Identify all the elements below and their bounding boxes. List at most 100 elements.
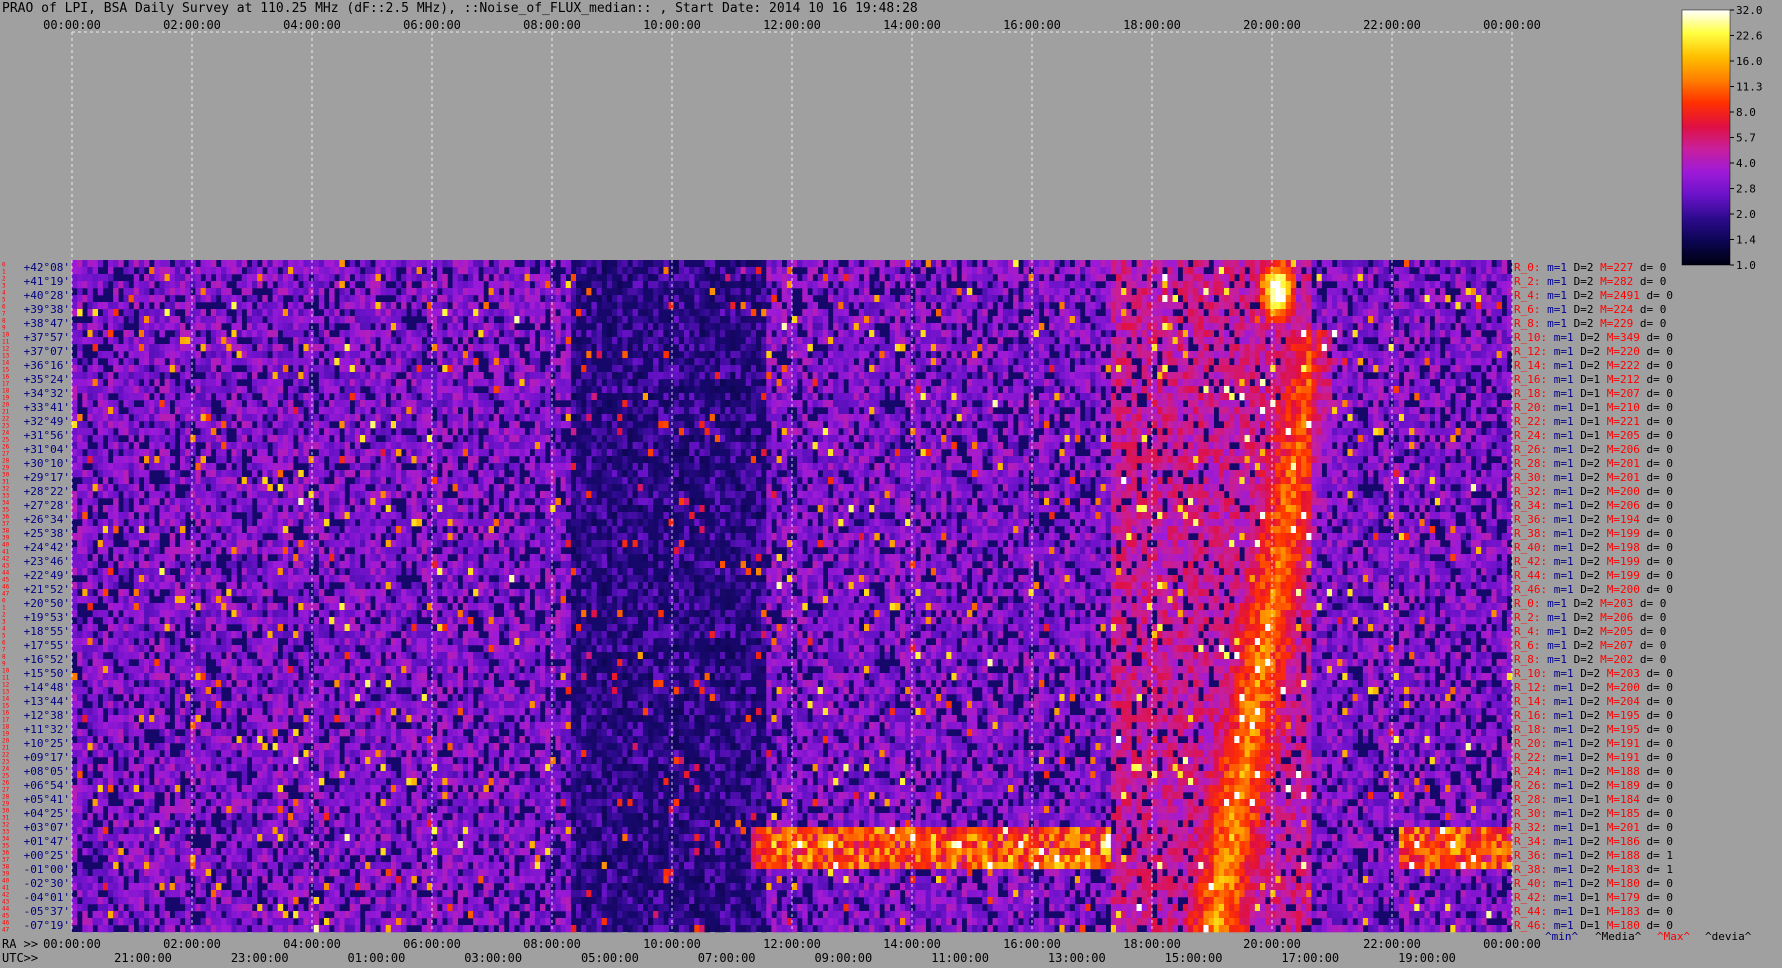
row-stat-part: R_12: <box>1514 345 1547 358</box>
declination-label: +31°04' <box>24 443 70 456</box>
declination-label: +30°10' <box>24 457 70 470</box>
row-stat-part: d= 0 <box>1640 779 1673 792</box>
row-stat: R_36: m=1 D=2 M=194 d= 0 <box>1514 513 1673 526</box>
row-stat-part: M=186 <box>1600 835 1640 848</box>
row-stat-part: R_18: <box>1514 723 1547 736</box>
declination-label: +21°52' <box>24 583 70 596</box>
utc-axis-tick-label: 05:00:00 <box>581 951 639 965</box>
row-stat-part: d= 0 <box>1640 821 1673 834</box>
row-index-label: 40 <box>2 542 10 549</box>
row-stat-part: R_24: <box>1514 765 1547 778</box>
declination-label: +17°55' <box>24 639 70 652</box>
row-stat: R_22: m=1 D=1 M=221 d= 0 <box>1514 415 1673 428</box>
row-stat-part: m=1 <box>1541 303 1568 316</box>
row-stat-part: m=1 <box>1541 275 1568 288</box>
row-stat-part: m=1 <box>1547 373 1574 386</box>
row-stat-part: M=183 <box>1600 863 1640 876</box>
row-index-label: 4 <box>2 290 6 297</box>
row-stat-part: m=1 <box>1547 387 1574 400</box>
row-index-label: 13 <box>2 353 10 360</box>
row-stat-part: M=207 <box>1600 387 1640 400</box>
row-stat-part: R_36: <box>1514 513 1547 526</box>
row-index-label: 19 <box>2 395 10 402</box>
declination-label: +12°38' <box>24 709 70 722</box>
colorbar-tick-label: 1.0 <box>1736 259 1756 272</box>
row-stat-part: m=1 <box>1547 737 1574 750</box>
row-index-label: 41 <box>2 885 10 892</box>
row-stat-part: m=1 <box>1541 611 1568 624</box>
row-stat-part: m=1 <box>1547 681 1574 694</box>
row-stat-part: D=1 <box>1574 793 1601 806</box>
row-index-label: 36 <box>2 850 10 857</box>
row-stat-part: m=1 <box>1547 849 1574 862</box>
row-stat-part: R_34: <box>1514 499 1547 512</box>
row-stat-part: m=1 <box>1547 765 1574 778</box>
row-index-label: 18 <box>2 724 10 731</box>
row-index-label: 41 <box>2 549 10 556</box>
row-stat-part: d= 0 <box>1640 583 1673 596</box>
row-stat-part: D=2 <box>1567 261 1594 274</box>
row-stat-part: R_30: <box>1514 807 1547 820</box>
row-index-label: 27 <box>2 787 10 794</box>
row-stat-part: R_42: <box>1514 555 1547 568</box>
row-stat-part: d= 0 <box>1640 513 1673 526</box>
row-stat-part: R_26: <box>1514 779 1547 792</box>
row-stat-part: m=1 <box>1547 541 1574 554</box>
row-index-label: 43 <box>2 899 10 906</box>
row-stat-part: d= 0 <box>1633 597 1666 610</box>
colorbar-tick-label: 4.0 <box>1736 157 1756 170</box>
declination-label: +03°07' <box>24 821 70 834</box>
declination-label: +27°28' <box>24 499 70 512</box>
row-index-label: 6 <box>2 640 6 647</box>
row-stat-part: m=1 <box>1547 821 1574 834</box>
row-stat-part: M=205 <box>1600 429 1640 442</box>
utc-axis-tick-label: 17:00:00 <box>1281 951 1339 965</box>
row-stat-part: d= 1 <box>1640 863 1673 876</box>
row-stat-part: D=2 <box>1574 751 1601 764</box>
declination-label: +24°42' <box>24 541 70 554</box>
row-stat-part: R_36: <box>1514 849 1547 862</box>
declination-label: +06°54' <box>24 779 70 792</box>
row-stat: R_2: m=1 D=2 M=282 d= 0 <box>1514 275 1666 288</box>
row-stat-part: d= 0 <box>1640 891 1673 904</box>
row-stat-part: d= 0 <box>1640 751 1673 764</box>
colorbar: 32.0 22.6 16.0 11.3 8.0 5.7 4.0 2.8 2.0 1.4 1.0 <box>1681 4 1763 272</box>
row-stat-part: m=1 <box>1541 261 1568 274</box>
row-stat-part: D=2 <box>1574 877 1601 890</box>
row-stat: R_36: m=1 D=2 M=188 d= 1 <box>1514 849 1673 862</box>
row-index-label: 39 <box>2 535 10 542</box>
row-stat-part: D=2 <box>1574 849 1601 862</box>
row-stat: R_4: m=1 D=2 M=2491 d= 0 <box>1514 289 1673 302</box>
row-stat: R_2: m=1 D=2 M=206 d= 0 <box>1514 611 1666 624</box>
row-index-label: 44 <box>2 906 10 913</box>
row-stat-part: M=206 <box>1600 499 1640 512</box>
declination-label: +04°25' <box>24 807 70 820</box>
row-index-label: 14 <box>2 696 10 703</box>
row-index-label: 12 <box>2 346 10 353</box>
row-index-label: 28 <box>2 794 10 801</box>
ra-axis-tick-label: 08:00:00 <box>523 937 581 951</box>
row-stat-part: M=222 <box>1600 359 1640 372</box>
colorbar-tick-label: 2.8 <box>1736 183 1756 196</box>
row-stat-part: D=1 <box>1574 429 1601 442</box>
ra-axis-tick-label: 02:00:00 <box>163 937 221 951</box>
row-stat-part: R_16: <box>1514 373 1547 386</box>
row-stat-part: R_4: <box>1514 625 1541 638</box>
row-stat: R_32: m=1 D=2 M=200 d= 0 <box>1514 485 1673 498</box>
row-stat-part: d= 0 <box>1640 793 1673 806</box>
row-stat-part: m=1 <box>1547 583 1574 596</box>
declination-axis: +42°08'+41°19'+40°28'+39°38'+38°47'+37°5… <box>2 261 70 934</box>
row-stat-part: d= 0 <box>1640 457 1673 470</box>
row-index-label: 42 <box>2 556 10 563</box>
row-stat-part: R_20: <box>1514 401 1547 414</box>
top-axis-tick-label: 22:00:00 <box>1363 18 1421 32</box>
declination-label: +34°32' <box>24 387 70 400</box>
row-index-label: 7 <box>2 647 6 654</box>
row-stat-part: R_6: <box>1514 639 1541 652</box>
row-stat-part: D=1 <box>1574 891 1601 904</box>
colorbar-gradient <box>1681 9 1731 266</box>
row-index-label: 14 <box>2 360 10 367</box>
row-index-label: 38 <box>2 864 10 871</box>
row-index-label: 9 <box>2 325 6 332</box>
row-stat: R_0: m=1 D=2 M=203 d= 0 <box>1514 597 1666 610</box>
